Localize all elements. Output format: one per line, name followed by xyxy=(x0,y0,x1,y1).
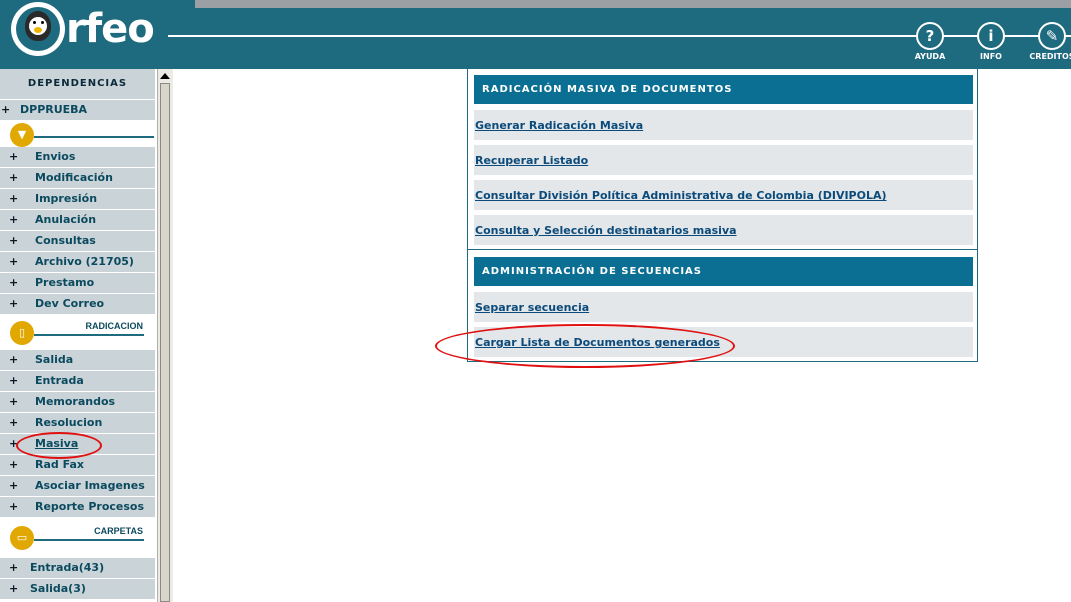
sidebar-item-resolucion[interactable]: + Resolucion xyxy=(0,413,155,433)
sidebar-item-label: Entrada xyxy=(35,374,84,387)
plus-icon: + xyxy=(9,395,19,408)
logo-text: rfeo xyxy=(66,6,155,52)
plus-icon: + xyxy=(9,458,19,471)
sidebar-item-rad-fax[interactable]: + Rad Fax xyxy=(0,455,155,475)
dependency-item[interactable]: + DPPRUEBA xyxy=(0,100,155,120)
plus-icon: + xyxy=(9,234,19,247)
plus-icon: + xyxy=(1,103,11,116)
red-annotation-ellipse xyxy=(16,432,102,459)
sidebar: DEPENDENCIAS + DPPRUEBA ▼ + Envios + Modif… xyxy=(0,69,157,602)
sidebar-item-label: Anulación xyxy=(35,213,97,226)
link-separar-secuencia[interactable]: Separar secuencia xyxy=(475,301,589,314)
sidebar-item-label: Dev Correo xyxy=(35,297,105,310)
scroll-up-arrow-icon[interactable] xyxy=(160,73,170,79)
scroll-thumb[interactable] xyxy=(160,83,170,602)
plus-icon: + xyxy=(9,353,19,366)
sidebar-item-salida[interactable]: + Salida xyxy=(0,350,155,370)
plus-icon: + xyxy=(9,582,19,595)
plus-icon: + xyxy=(9,297,19,310)
penguin-logo-icon xyxy=(11,2,65,56)
credits-icon: ✎ xyxy=(1038,22,1066,50)
help-button[interactable]: ? AYUDA xyxy=(906,22,954,61)
plus-icon: + xyxy=(9,416,19,429)
sidebar-item-label: Envios xyxy=(35,150,76,163)
credits-label: CREDITOS xyxy=(1029,52,1071,61)
sidebar-item-memorandos[interactable]: + Memorandos xyxy=(0,392,155,412)
info-label: INFO xyxy=(980,52,1002,61)
document-icon: ▯ xyxy=(10,321,34,345)
chevron-down-icon[interactable]: ▼ xyxy=(10,123,34,147)
sidebar-item-label: Resolucion xyxy=(35,416,103,429)
sidebar-item-label: Impresión xyxy=(35,192,98,205)
carpetas-section-bar: ▭ CARPETAS xyxy=(0,526,155,550)
sidebar-item-label: Prestamo xyxy=(35,276,95,289)
plus-icon: + xyxy=(9,150,19,163)
sidebar-item-consultas[interactable]: + Consultas xyxy=(0,231,155,251)
sidebar-scrollbar[interactable] xyxy=(157,69,173,602)
sidebar-item-dev-correo[interactable]: + Dev Correo xyxy=(0,294,155,314)
sidebar-folder-entrada[interactable]: + Entrada(43) xyxy=(0,558,155,578)
sidebar-item-label: Reporte Procesos xyxy=(35,500,145,513)
plus-icon: + xyxy=(9,479,19,492)
link-generar-radicacion-masiva[interactable]: Generar Radicación Masiva xyxy=(475,119,643,132)
main-panel: RADICACIÓN MASIVA DE DOCUMENTOS Generar … xyxy=(467,69,978,362)
carpetas-title: CARPETAS xyxy=(94,526,143,536)
sidebar-item-reporte-procesos[interactable]: + Reporte Procesos xyxy=(0,497,155,517)
sidebar-item-label: Salida(3) xyxy=(30,582,86,595)
section-title-radicacion-masiva: RADICACIÓN MASIVA DE DOCUMENTOS xyxy=(474,75,973,104)
sidebar-item-anulacion[interactable]: + Anulación xyxy=(0,210,155,230)
plus-icon: + xyxy=(9,561,19,574)
plus-icon: + xyxy=(9,192,19,205)
plus-icon: + xyxy=(9,500,19,513)
link-row: Generar Radicación Masiva xyxy=(474,110,973,140)
info-button[interactable]: i INFO xyxy=(967,22,1015,61)
header-top-strip xyxy=(195,0,1071,8)
help-icon: ? xyxy=(916,22,944,50)
red-annotation-ellipse xyxy=(435,324,735,368)
sidebar-item-entrada[interactable]: + Entrada xyxy=(0,371,155,391)
info-icon: i xyxy=(977,22,1005,50)
sidebar-item-prestamo[interactable]: + Prestamo xyxy=(0,273,155,293)
dependency-label: DPPRUEBA xyxy=(20,103,88,116)
sidebar-item-label: Entrada(43) xyxy=(30,561,105,574)
section-title-administracion-secuencias: ADMINISTRACIÓN DE SECUENCIAS xyxy=(474,257,973,286)
folder-icon: ▭ xyxy=(10,526,34,550)
plus-icon: + xyxy=(9,276,19,289)
sidebar-item-envios[interactable]: + Envios xyxy=(0,147,155,167)
link-row: Separar secuencia xyxy=(474,292,973,322)
link-row: Recuperar Listado xyxy=(474,145,973,175)
link-row: Consulta y Selección destinatarios masiv… xyxy=(474,215,973,245)
link-row: Consultar División Política Administrati… xyxy=(474,180,973,210)
app-header: rfeo ? AYUDA i INFO ✎ CREDITOS xyxy=(0,0,1071,69)
sidebar-folder-salida[interactable]: + Salida(3) xyxy=(0,579,155,599)
dependencias-heading: DEPENDENCIAS xyxy=(0,69,155,99)
radicacion-section-bar: ▯ RADICACION xyxy=(0,321,155,345)
help-label: AYUDA xyxy=(914,52,946,61)
plus-icon: + xyxy=(9,213,19,226)
sidebar-item-label: Modificación xyxy=(35,171,113,184)
link-recuperar-listado[interactable]: Recuperar Listado xyxy=(475,154,588,167)
sidebar-item-impresion[interactable]: + Impresión xyxy=(0,189,155,209)
link-consultar-divipola[interactable]: Consultar División Política Administrati… xyxy=(475,189,887,202)
sidebar-item-label: Salida xyxy=(35,353,74,366)
sidebar-item-label: Archivo (21705) xyxy=(35,255,134,268)
plus-icon: + xyxy=(9,255,19,268)
section-divider xyxy=(468,249,977,250)
link-consulta-destinatarios-masiva[interactable]: Consulta y Selección destinatarios masiv… xyxy=(475,224,737,237)
sidebar-item-archivo[interactable]: + Archivo (21705) xyxy=(0,252,155,272)
menu-section-bar: ▼ xyxy=(0,123,155,147)
sidebar-item-label: Consultas xyxy=(35,234,96,247)
sidebar-item-label: Memorandos xyxy=(35,395,116,408)
sidebar-item-asociar-imagenes[interactable]: + Asociar Imagenes xyxy=(0,476,155,496)
credits-button[interactable]: ✎ CREDITOS xyxy=(1028,22,1071,61)
plus-icon: + xyxy=(9,171,19,184)
radicacion-title: RADICACION xyxy=(85,321,144,331)
sidebar-item-modificacion[interactable]: + Modificación xyxy=(0,168,155,188)
plus-icon: + xyxy=(9,374,19,387)
sidebar-item-label: Asociar Imagenes xyxy=(35,479,145,492)
